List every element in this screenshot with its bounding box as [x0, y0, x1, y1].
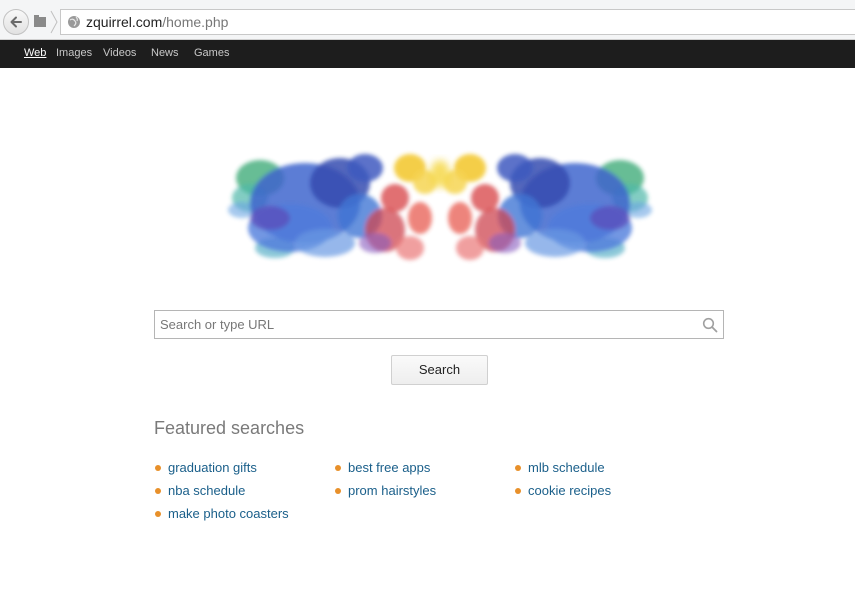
bullet-icon: [515, 488, 521, 494]
featured-link-graduation-gifts[interactable]: graduation gifts: [168, 460, 257, 475]
address-bar[interactable]: zquirrel.com/home.php: [60, 9, 855, 35]
nav-games[interactable]: Games: [194, 47, 229, 59]
nav-news[interactable]: News: [151, 47, 179, 59]
featured-link-make-photo-coasters[interactable]: make photo coasters: [168, 506, 289, 521]
nav-images[interactable]: Images: [56, 47, 92, 59]
category-nav: Web Images Videos News Games: [0, 40, 855, 68]
featured-link-nba-schedule[interactable]: nba schedule: [168, 483, 245, 498]
featured-link-mlb-schedule[interactable]: mlb schedule: [528, 460, 605, 475]
featured-link-prom-hairstyles[interactable]: prom hairstyles: [348, 483, 436, 498]
page-menu-icon[interactable]: [33, 14, 47, 28]
back-arrow-icon: [10, 16, 22, 28]
nav-videos[interactable]: Videos: [103, 47, 136, 59]
bullet-icon: [155, 488, 161, 494]
bullet-icon: [335, 465, 341, 471]
bullet-icon: [515, 465, 521, 471]
nav-web[interactable]: Web: [24, 47, 46, 59]
globe-icon: [68, 16, 80, 28]
featured-searches-title: Featured searches: [154, 418, 305, 438]
search-button[interactable]: Search: [391, 355, 488, 385]
search-icon[interactable]: [702, 317, 718, 333]
separator-chevron-icon: [50, 10, 58, 34]
featured-link-cookie-recipes[interactable]: cookie recipes: [528, 483, 611, 498]
search-input[interactable]: [155, 311, 695, 338]
featured-link-best-free-apps[interactable]: best free apps: [348, 460, 430, 475]
bullet-icon: [155, 465, 161, 471]
url-domain: zquirrel.com: [86, 14, 163, 30]
search-box: [154, 310, 724, 339]
back-button[interactable]: [3, 9, 29, 35]
browser-toolbar: zquirrel.com/home.php: [0, 0, 855, 40]
bullet-icon: [335, 488, 341, 494]
inkblot-logo: [228, 154, 660, 260]
url-text[interactable]: zquirrel.com/home.php: [86, 14, 228, 30]
bullet-icon: [155, 511, 161, 517]
url-path: /home.php: [162, 14, 229, 30]
